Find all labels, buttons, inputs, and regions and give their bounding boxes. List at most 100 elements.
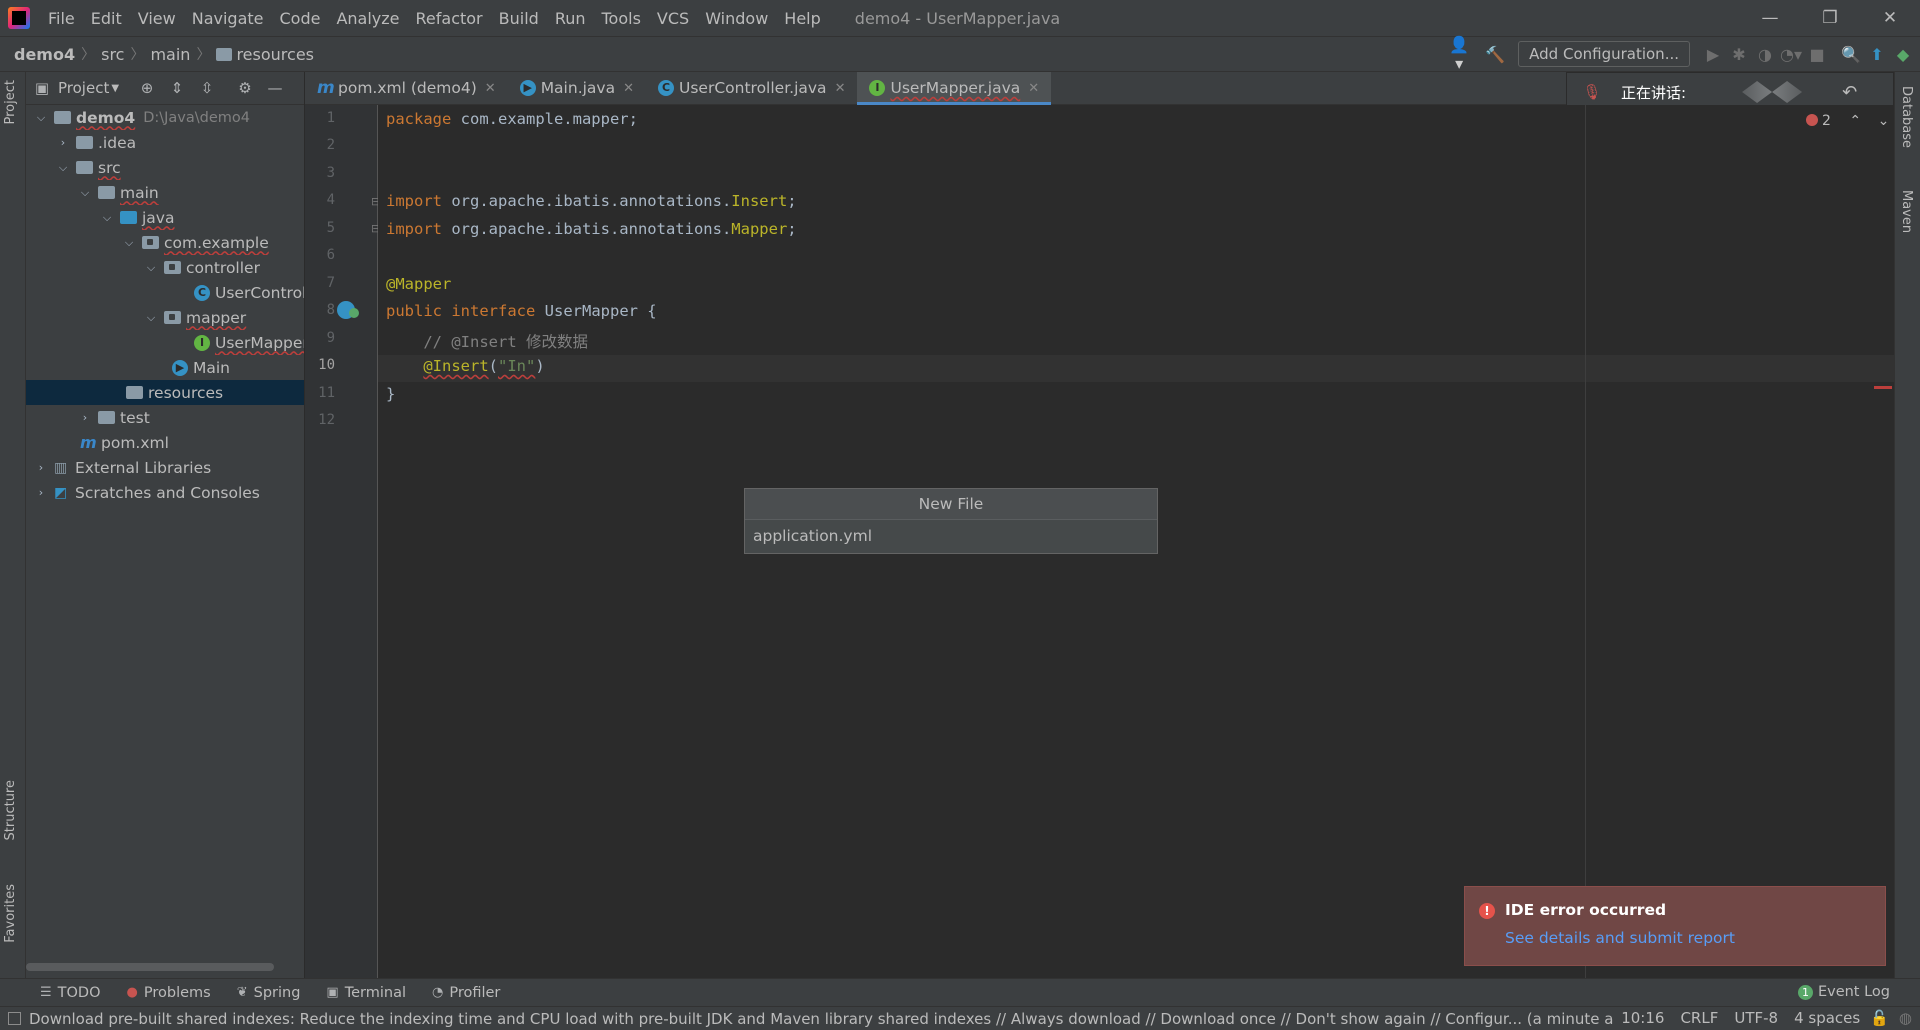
tree-item-controller[interactable]: ⌵ controller (26, 255, 304, 280)
tree-item-java[interactable]: ⌵ java (26, 205, 304, 230)
menu-refactor[interactable]: Refactor (408, 9, 491, 28)
spring-tool-button[interactable]: ❦ Spring (237, 985, 301, 1001)
project-tool-tab[interactable]: Project (3, 80, 18, 124)
breadcrumb-project[interactable]: demo4 (0, 45, 75, 64)
close-tab-icon[interactable]: ✕ (485, 81, 496, 96)
run-icon[interactable]: ▶ (1700, 45, 1726, 64)
status-message[interactable]: Download pre-built shared indexes: Reduc… (29, 1010, 1614, 1028)
user-icon[interactable]: 👤▾ (1446, 35, 1472, 73)
lock-icon[interactable]: 🔓 (1870, 1009, 1889, 1027)
line-separator[interactable]: CRLF (1680, 1009, 1718, 1027)
toggle-tool-windows-icon[interactable] (8, 1012, 21, 1025)
microphone-muted-icon[interactable]: 🎙 (1577, 83, 1607, 101)
menu-vcs[interactable]: VCS (649, 9, 697, 28)
spring-bean-gutter-icon[interactable] (349, 308, 359, 318)
favorites-tool-tab[interactable]: Favorites (3, 884, 18, 943)
menu-edit[interactable]: Edit (83, 9, 130, 28)
locate-file-icon[interactable]: ⊕ (137, 79, 157, 97)
stop-icon[interactable]: ■ (1804, 45, 1830, 64)
chevron-down-icon[interactable]: ⌵ (78, 186, 92, 200)
tab-main-java[interactable]: ▶ Main.java ✕ (508, 72, 646, 105)
tree-item-usercontroller[interactable]: C UserController (26, 280, 304, 305)
breadcrumb-resources[interactable]: resources (236, 45, 314, 64)
menu-code[interactable]: Code (272, 9, 329, 28)
menu-help[interactable]: Help (776, 9, 828, 28)
terminal-tool-button[interactable]: ▣ Terminal (326, 985, 406, 1001)
profiler-tool-button[interactable]: ◔ Profiler (432, 985, 500, 1001)
tab-usermapper-java[interactable]: I UserMapper.java ✕ (857, 71, 1052, 105)
debug-icon[interactable]: ✱ (1726, 45, 1752, 64)
maven-tool-tab[interactable]: Maven (1899, 190, 1914, 233)
chevron-down-icon[interactable]: ⌵ (144, 261, 158, 275)
error-stripe-marker[interactable] (1874, 386, 1892, 389)
code-line-11[interactable]: } (386, 385, 395, 403)
build-hammer-icon[interactable]: 🔨 (1482, 45, 1508, 64)
close-tab-icon[interactable]: ✕ (623, 81, 634, 96)
error-count-indicator[interactable]: 2 ⌃ ⌄ (1806, 113, 1889, 129)
code-line-1[interactable]: package com.example.mapper; (386, 110, 638, 128)
code-line-8[interactable]: public interface UserMapper { (386, 302, 657, 320)
tree-item-idea[interactable]: › .idea (26, 130, 304, 155)
settings-gear-icon[interactable]: ⚙ (235, 79, 255, 97)
breadcrumb-src[interactable]: src (95, 45, 124, 64)
horizontal-scrollbar[interactable] (26, 963, 274, 971)
tree-item-test[interactable]: › test (26, 405, 304, 430)
code-with-me-icon[interactable]: ◆ (1890, 45, 1916, 64)
restore-icon[interactable]: ❐ (1800, 8, 1860, 28)
tree-item-main[interactable]: ⌵ main (26, 180, 304, 205)
tab-usercontroller-java[interactable]: C UserController.java ✕ (646, 72, 857, 105)
database-tool-tab[interactable]: Database (1899, 86, 1914, 148)
minimize-icon[interactable]: — (1740, 8, 1800, 28)
add-configuration-button[interactable]: Add Configuration... (1518, 41, 1690, 67)
collapse-all-icon[interactable]: ⇳ (197, 79, 217, 97)
menu-file[interactable]: File (40, 9, 83, 28)
previous-error-icon[interactable]: ⌃ (1849, 113, 1861, 129)
event-log-button[interactable]: 1 Event Log (1797, 978, 1890, 1006)
caret-position[interactable]: 10:16 (1621, 1009, 1664, 1027)
next-error-icon[interactable]: ⌄ (1878, 113, 1890, 129)
code-line-5[interactable]: import org.apache.ibatis.annotations.Map… (386, 220, 797, 238)
tree-item-main-class[interactable]: ▶ Main (26, 355, 304, 380)
menu-navigate[interactable]: Navigate (184, 9, 272, 28)
tab-pom-xml[interactable]: m pom.xml (demo4) ✕ (305, 72, 508, 105)
update-icon[interactable]: ⬆ (1864, 45, 1890, 64)
problems-tool-button[interactable]: ● Problems (127, 985, 211, 1001)
chevron-right-icon[interactable]: › (56, 136, 70, 149)
tree-item-src[interactable]: ⌵ src (26, 155, 304, 180)
code-line-7[interactable]: @Mapper (386, 275, 451, 293)
todo-tool-button[interactable]: ☰ TODO (40, 985, 101, 1001)
new-file-name-input[interactable]: application.yml (745, 520, 1157, 553)
file-encoding[interactable]: UTF-8 (1734, 1009, 1778, 1027)
menu-view[interactable]: View (130, 9, 184, 28)
tree-item-pom[interactable]: m pom.xml (26, 430, 304, 455)
chevron-down-icon[interactable]: ⌵ (122, 236, 136, 250)
tree-item-com-example[interactable]: ⌵ com.example (26, 230, 304, 255)
chevron-down-icon[interactable]: ⌵ (56, 161, 70, 175)
hide-panel-icon[interactable]: — (265, 79, 285, 97)
close-icon[interactable]: ✕ (1860, 8, 1920, 28)
chevron-down-icon[interactable]: ▼ (111, 83, 119, 94)
submit-report-link[interactable]: See details and submit report (1505, 929, 1735, 947)
structure-tool-tab[interactable]: Structure (3, 780, 18, 840)
code-line-10[interactable]: @Insert("In") (386, 357, 544, 375)
tree-item-scratches[interactable]: › ◩ Scratches and Consoles (26, 480, 304, 505)
chevron-down-icon[interactable]: ⌵ (34, 111, 48, 125)
search-icon[interactable]: 🔍 (1838, 45, 1864, 64)
return-arrow-icon[interactable]: ↶ (1842, 82, 1857, 103)
menu-window[interactable]: Window (697, 9, 776, 28)
close-tab-icon[interactable]: ✕ (835, 81, 846, 96)
menu-run[interactable]: Run (547, 9, 594, 28)
chevron-right-icon[interactable]: › (78, 411, 92, 424)
expand-all-icon[interactable]: ⇕ (167, 79, 187, 97)
project-view-selector[interactable]: Project (58, 79, 109, 97)
chevron-right-icon[interactable]: › (34, 486, 48, 499)
code-line-4[interactable]: import org.apache.ibatis.annotations.Ins… (386, 192, 797, 210)
tree-item-demo4[interactable]: ⌵ demo4 D:\Java\demo4 (26, 105, 304, 130)
tree-item-resources[interactable]: resources (26, 380, 304, 405)
chevron-right-icon[interactable]: › (34, 461, 48, 474)
tree-item-external-libraries[interactable]: › ▥ External Libraries (26, 455, 304, 480)
breadcrumb-main[interactable]: main (144, 45, 190, 64)
menu-tools[interactable]: Tools (594, 9, 649, 28)
tree-item-mapper[interactable]: ⌵ mapper (26, 305, 304, 330)
profile-icon[interactable]: ◔▾ (1778, 45, 1804, 64)
